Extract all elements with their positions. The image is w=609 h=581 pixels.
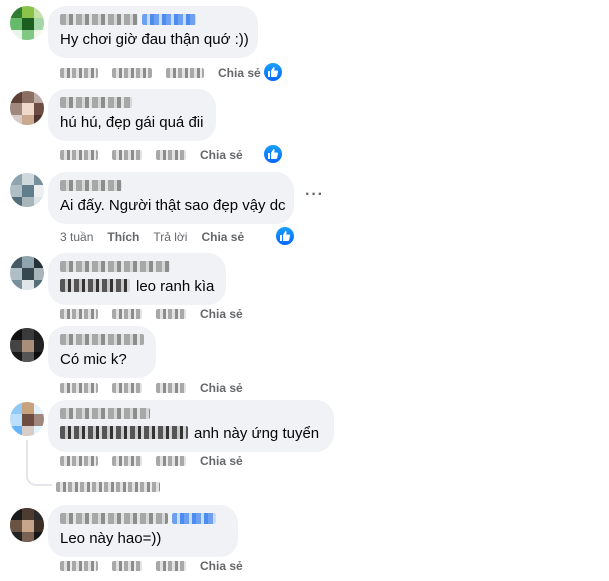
comment-bubble: Hy chơi giờ đau thận quớ :)) <box>48 6 258 58</box>
author-badge-blurred <box>172 513 216 524</box>
comment-bubble: anh này ứng tuyển <box>48 400 334 452</box>
thumbs-up-icon[interactable] <box>262 143 284 165</box>
author-name-blurred[interactable] <box>60 261 170 272</box>
comment-bubble: Có mic k? <box>48 326 156 378</box>
comment-actions: Chia sẻ <box>60 558 257 574</box>
share-link[interactable]: Chia sẻ <box>218 66 261 80</box>
time-blurred[interactable] <box>60 68 98 78</box>
view-replies-blurred[interactable] <box>56 479 160 495</box>
comment-text: Ai đấy. Người thật sao đẹp vậy dc <box>60 197 286 214</box>
avatar[interactable] <box>10 6 44 40</box>
more-options-icon[interactable]: ··· <box>305 186 324 204</box>
author-name-blurred[interactable] <box>60 513 168 524</box>
share-link[interactable]: Chia sẻ <box>200 559 243 573</box>
like-blurred[interactable] <box>112 456 142 466</box>
view-replies-text-blurred <box>56 482 160 492</box>
avatar[interactable] <box>10 402 44 436</box>
comment-text-content: anh này ứng tuyển <box>194 425 320 442</box>
reply-blurred[interactable] <box>156 150 186 160</box>
thread-connector <box>26 440 52 486</box>
author-name-blurred[interactable] <box>60 408 150 419</box>
comment-actions: Chia sẻ <box>60 65 275 81</box>
author-name-blurred[interactable] <box>60 180 122 191</box>
time-blurred[interactable] <box>60 383 98 393</box>
time-blurred[interactable] <box>60 309 98 319</box>
avatar[interactable] <box>10 173 44 207</box>
like-blurred[interactable] <box>112 309 142 319</box>
comment-actions: 3 tuần Thích Trả lời Chia sẻ <box>60 229 258 245</box>
comment-actions: Chia sẻ <box>60 147 257 163</box>
comment-text: Hy chơi giờ đau thận quớ :)) <box>60 31 249 48</box>
share-link[interactable]: Chia sẻ <box>200 148 243 162</box>
reply-blurred[interactable] <box>156 309 186 319</box>
reply-blurred[interactable] <box>156 561 186 571</box>
comment-text: anh này ứng tuyển <box>60 424 322 444</box>
like-blurred[interactable] <box>112 150 142 160</box>
avatar[interactable] <box>10 256 44 290</box>
mention-blurred[interactable] <box>60 279 130 292</box>
reply-link[interactable]: Trả lời <box>153 230 187 244</box>
comment-bubble: hú hú, đẹp gái quá đii <box>48 89 216 141</box>
thumbs-up-icon[interactable] <box>274 225 296 247</box>
share-link[interactable]: Chia sẻ <box>200 454 243 468</box>
avatar[interactable] <box>10 328 44 362</box>
comment-text: Leo này hao=)) <box>60 530 162 547</box>
share-link[interactable]: Chia sẻ <box>200 381 243 395</box>
avatar[interactable] <box>10 508 44 542</box>
comment-actions: Chia sẻ <box>60 306 257 322</box>
comment-bubble: leo ranh kìa <box>48 253 226 305</box>
like-blurred[interactable] <box>112 383 142 393</box>
author-name-blurred[interactable] <box>60 14 138 25</box>
time-blurred[interactable] <box>60 150 98 160</box>
reply-blurred[interactable] <box>156 383 186 393</box>
time-blurred[interactable] <box>60 456 98 466</box>
mention-blurred[interactable] <box>60 426 188 439</box>
reply-blurred[interactable] <box>166 68 204 78</box>
share-link[interactable]: Chia sẻ <box>200 307 243 321</box>
thumbs-up-icon[interactable] <box>262 61 284 83</box>
author-name-blurred[interactable] <box>60 334 144 345</box>
like-link[interactable]: Thích <box>107 230 139 244</box>
timestamp-link[interactable]: 3 tuần <box>60 230 93 244</box>
comment-text: leo ranh kìa <box>60 277 214 297</box>
like-blurred[interactable] <box>112 561 142 571</box>
comment-text: hú hú, đẹp gái quá đii <box>60 114 204 131</box>
like-blurred[interactable] <box>112 68 152 78</box>
comment-actions: Chia sẻ <box>60 380 257 396</box>
comment-text-content: leo ranh kìa <box>136 278 215 295</box>
avatar[interactable] <box>10 91 44 125</box>
author-badge-blurred <box>142 14 196 25</box>
author-name-blurred[interactable] <box>60 97 132 108</box>
comment-bubble: Leo này hao=)) <box>48 505 238 557</box>
comment-text: Có mic k? <box>60 351 127 368</box>
time-blurred[interactable] <box>60 561 98 571</box>
reply-blurred[interactable] <box>156 456 186 466</box>
comment-bubble: Ai đấy. Người thật sao đẹp vậy dc <box>48 172 294 224</box>
share-link[interactable]: Chia sẻ <box>201 230 244 244</box>
comment-actions: Chia sẻ <box>60 453 257 469</box>
